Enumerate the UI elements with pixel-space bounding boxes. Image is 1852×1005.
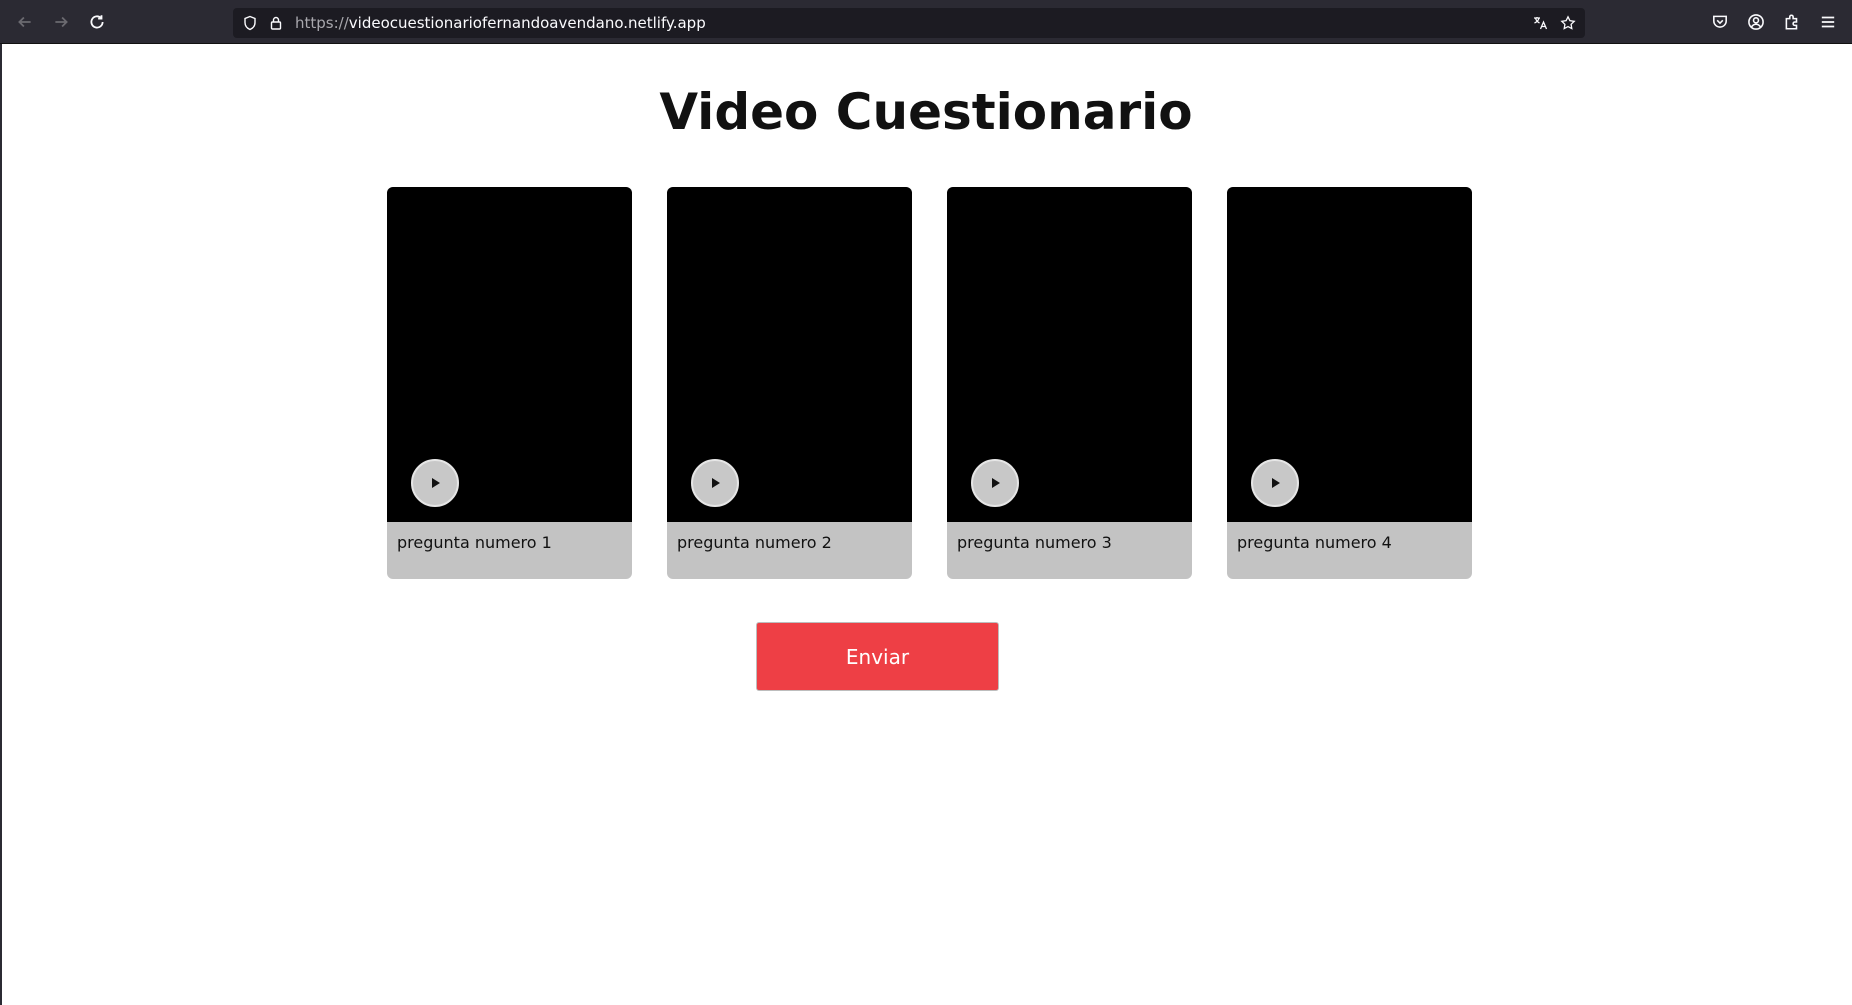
question-label: pregunta numero 1: [397, 533, 552, 552]
browser-toolbar: https://videocuestionariofernandoavendan…: [0, 0, 1852, 44]
video-card-2: pregunta numero 2: [667, 187, 912, 579]
video-card-4: pregunta numero 4: [1227, 187, 1472, 579]
menu-icon[interactable]: [1817, 11, 1839, 33]
play-icon[interactable]: [971, 459, 1019, 507]
bookmark-star-icon[interactable]: [1559, 14, 1577, 32]
forward-icon[interactable]: [50, 11, 72, 33]
back-icon[interactable]: [14, 11, 36, 33]
video-card-3: pregunta numero 3: [947, 187, 1192, 579]
reload-icon[interactable]: [86, 11, 108, 33]
play-icon[interactable]: [411, 459, 459, 507]
play-icon[interactable]: [1251, 459, 1299, 507]
question-label: pregunta numero 4: [1237, 533, 1392, 552]
extensions-icon[interactable]: [1781, 11, 1803, 33]
play-icon[interactable]: [691, 459, 739, 507]
window-edge: [0, 44, 2, 1005]
question-label: pregunta numero 2: [677, 533, 832, 552]
url-host: videocuestionariofernandoavendano.netlif…: [348, 14, 706, 32]
translate-icon[interactable]: [1531, 14, 1549, 32]
url-text[interactable]: https://videocuestionariofernandoavendan…: [295, 14, 706, 32]
question-label: pregunta numero 3: [957, 533, 1112, 552]
shield-icon[interactable]: [241, 14, 259, 32]
url-scheme: https://: [295, 14, 349, 32]
pocket-icon[interactable]: [1709, 11, 1731, 33]
url-bar[interactable]: https://videocuestionariofernandoavendan…: [233, 8, 1585, 38]
account-icon[interactable]: [1745, 11, 1767, 33]
video-card-1: pregunta numero 1: [387, 187, 632, 579]
page-title: Video Cuestionario: [659, 83, 1193, 141]
submit-button[interactable]: Enviar: [756, 622, 999, 691]
lock-icon[interactable]: [267, 14, 285, 32]
